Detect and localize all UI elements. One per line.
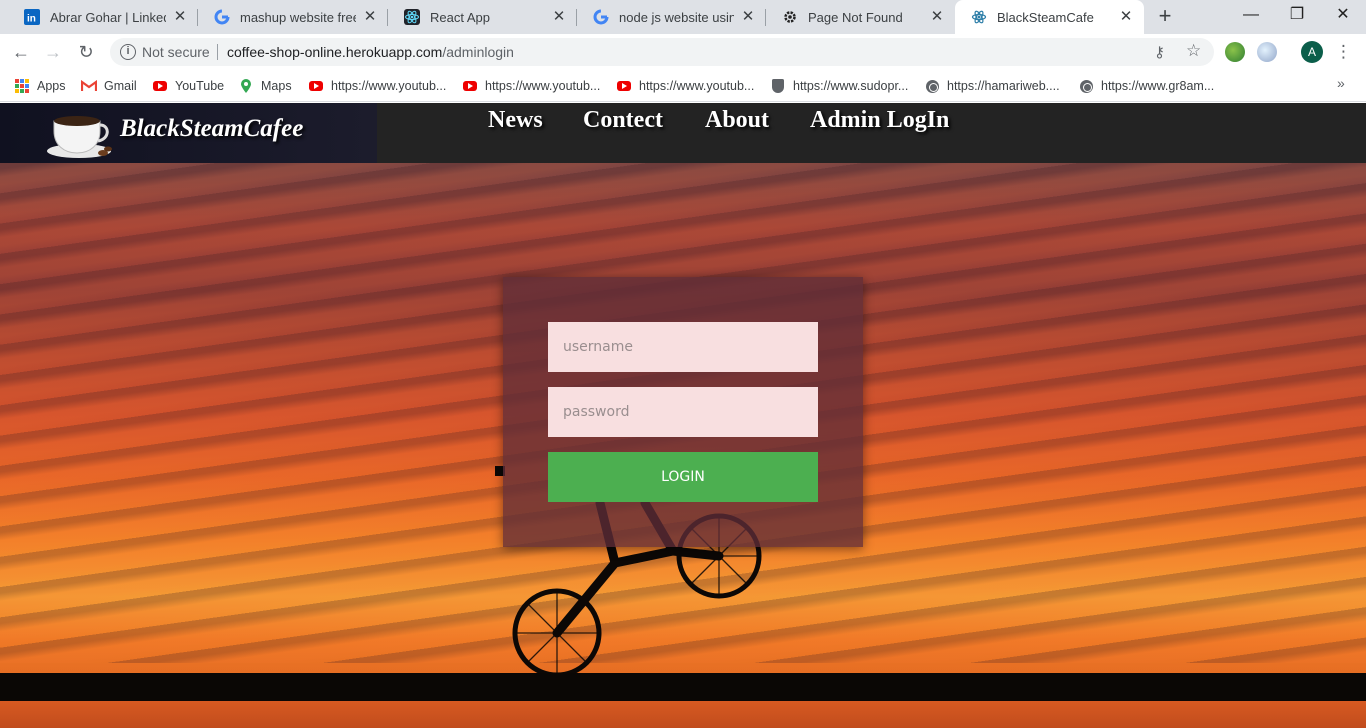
url-host: coffee-shop-online.herokuapp.com [227,44,443,60]
youtube-icon [462,78,478,94]
bookmark-label: Gmail [104,79,137,93]
url-path: /adminlogin [442,44,514,60]
water-reflection [0,701,1366,728]
admin-login-form: LOGIN [503,277,863,547]
bookmark-youtube[interactable]: YouTube [152,76,224,96]
youtube-icon [308,78,324,94]
nav-about-link[interactable]: About [705,107,769,134]
browser-toolbar: ← → ↻ i Not secure coffee-shop-online.he… [0,34,1366,70]
tab-title: Page Not Found [808,9,903,25]
shield-icon [770,78,786,94]
tab-title: Abrar Gohar | LinkedIn [50,9,166,25]
key-icon[interactable]: ⚷ [1154,43,1165,61]
gmail-icon [81,78,97,94]
bookmark-maps[interactable]: Maps [238,76,292,96]
info-icon[interactable]: i [120,44,136,60]
bookmark-label: https://hamariweb.... [947,79,1060,93]
forward-button[interactable]: → [40,39,66,65]
bookmark-sudopr[interactable]: https://www.sudopr... [770,76,908,96]
tab-mashup[interactable]: mashup website free - G ✕ [198,0,388,34]
bookmark-label: Maps [261,79,292,93]
address-bar[interactable]: i Not secure coffee-shop-online.herokuap… [110,38,1214,66]
bookmark-youtube-link[interactable]: https://www.youtub... [308,76,446,96]
react-icon [971,9,987,25]
react-icon [404,9,420,25]
tab-title: BlackSteamCafe [997,9,1094,25]
tab-title: node js website using h [619,9,734,25]
minimize-button[interactable]: — [1228,0,1274,30]
google-icon [214,9,230,25]
nav-admin-login-link[interactable]: Admin LogIn [810,107,949,134]
tab-close-icon[interactable]: ✕ [362,9,378,25]
nav-news-link[interactable]: News [488,107,543,134]
tab-close-icon[interactable]: ✕ [1118,9,1134,25]
tab-node-website[interactable]: node js website using h ✕ [577,0,766,34]
page-viewport: BlackSteamCafee News Contect About Admin… [0,103,1366,728]
menu-icon[interactable]: ⋮ [1335,41,1352,63]
globe-icon [924,78,940,94]
bookmark-gmail[interactable]: Gmail [81,76,137,96]
password-input[interactable] [548,387,818,437]
extension-clip-icon[interactable] [1257,42,1277,62]
username-input[interactable] [548,322,818,372]
reload-button[interactable]: ↻ [73,39,99,65]
globe-icon [1078,78,1094,94]
tab-title: mashup website free - G [240,9,356,25]
bookmark-label: https://www.gr8am... [1101,79,1215,93]
star-icon[interactable]: ☆ [1186,41,1201,61]
bookmark-hamariweb[interactable]: https://hamariweb.... [924,76,1060,96]
youtube-icon [616,78,632,94]
new-tab-button[interactable]: + [1153,5,1177,29]
profile-avatar[interactable]: A [1301,41,1323,63]
maps-icon [238,78,254,94]
security-status[interactable]: Not secure [142,44,210,60]
google-icon [593,9,609,25]
bookmark-label: Apps [37,79,66,93]
bookmarks-bar: Apps Gmail YouTube Maps https://www.yout… [0,70,1366,102]
tab-close-icon[interactable]: ✕ [172,9,188,25]
tab-close-icon[interactable]: ✕ [551,9,567,25]
site-navbar: BlackSteamCafee News Contect About Admin… [0,103,1366,163]
tab-close-icon[interactable]: ✕ [929,9,945,25]
coffee-cup-logo-icon [47,116,112,158]
address-divider [217,44,218,60]
bookmark-youtube-link[interactable]: https://www.youtub... [616,76,754,96]
nav-contect-link[interactable]: Contect [583,107,663,134]
extension-globe-icon[interactable] [1225,42,1245,62]
bookmark-gr8am[interactable]: https://www.gr8am... [1078,76,1214,96]
tab-close-icon[interactable]: ✕ [740,9,756,25]
brand-name: BlackSteamCafee [120,115,304,142]
svg-text:in: in [27,14,36,25]
youtube-icon [152,78,168,94]
bookmark-label: https://www.youtub... [639,79,755,93]
tab-linkedin[interactable]: in Abrar Gohar | LinkedIn ✕ [8,0,198,34]
tab-react-app[interactable]: React App ✕ [388,0,577,34]
tab-page-not-found[interactable]: Page Not Found ✕ [766,0,955,34]
bookmarks-overflow-button[interactable]: » [1337,75,1345,91]
bookmark-label: https://www.sudopr... [793,79,909,93]
linkedin-icon: in [24,9,40,25]
back-button[interactable]: ← [8,39,34,65]
bookmark-label: https://www.youtub... [485,79,601,93]
tab-strip: in Abrar Gohar | LinkedIn ✕ mashup websi… [0,0,1366,34]
site-brand[interactable]: BlackSteamCafee [0,103,377,163]
close-window-button[interactable]: ✕ [1320,0,1366,30]
login-button[interactable]: LOGIN [548,452,818,502]
maximize-button[interactable]: ❐ [1274,0,1320,30]
bookmark-label: https://www.youtub... [331,79,447,93]
horizon-ground [0,673,1366,701]
url-text[interactable]: coffee-shop-online.herokuapp.com/adminlo… [227,44,514,60]
bookmark-label: YouTube [175,79,225,93]
tab-title: React App [430,9,490,25]
apps-grid-icon [14,78,30,94]
bookmark-youtube-link[interactable]: https://www.youtub... [462,76,600,96]
bookmark-apps[interactable]: Apps [14,76,66,96]
gear-icon [782,9,798,25]
tab-blacksteamcafe[interactable]: BlackSteamCafe ✕ [955,0,1144,34]
